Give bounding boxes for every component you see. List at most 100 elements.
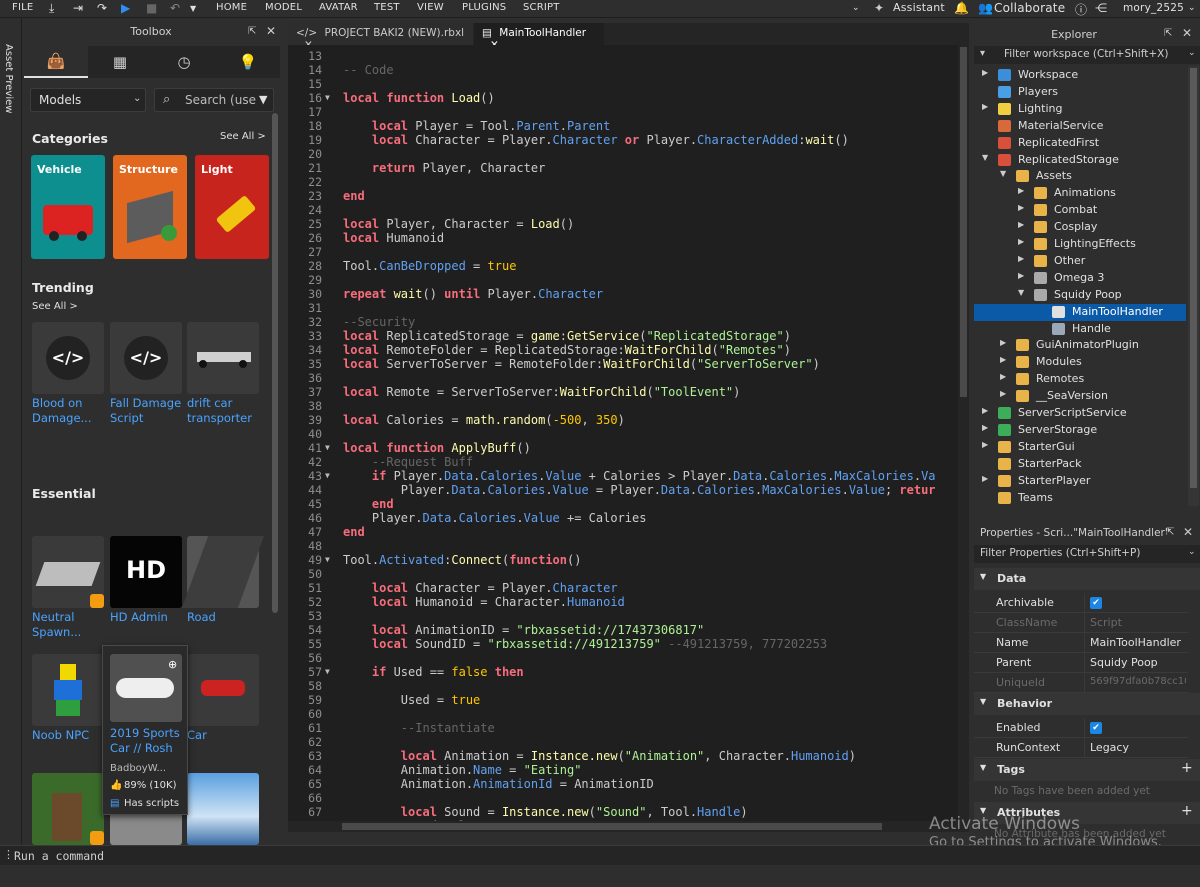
explorer-item-workspace[interactable]: ▶ Workspace: [974, 67, 1186, 84]
undo-icon[interactable]: ↶: [170, 1, 180, 15]
chevron-right-icon[interactable]: ▶: [1000, 355, 1006, 364]
chevron-right-icon[interactable]: ▶: [1018, 203, 1024, 212]
code-line[interactable]: 19 local Character = Player.Character or…: [288, 133, 958, 147]
name-field[interactable]: MainToolHandler: [1090, 636, 1186, 649]
trending-see-all[interactable]: See All >: [32, 301, 78, 312]
trending-label[interactable]: Fall Damage Script: [110, 396, 186, 426]
chevron-down-icon[interactable]: ⌄: [1188, 48, 1196, 58]
explorer-item-handle[interactable]: Handle: [974, 321, 1186, 338]
menu-avatar[interactable]: AVATAR: [319, 2, 358, 13]
essential-thumb-4[interactable]: [32, 654, 104, 726]
explorer-item-cosplay[interactable]: ▶ Cosplay: [974, 219, 1186, 236]
assistant-button[interactable]: Assistant: [893, 1, 945, 14]
editor-hscrollbar[interactable]: [288, 821, 958, 832]
essential-label[interactable]: Road: [187, 610, 263, 625]
user-name[interactable]: mory_2525: [1123, 2, 1184, 14]
search-input[interactable]: ⌕ Search (use ▼: [154, 88, 274, 112]
code-line[interactable]: 48: [288, 539, 958, 553]
code-line[interactable]: 28 Tool.CanBeDropped = true: [288, 259, 958, 273]
explorer-item-starterpack[interactable]: StarterPack: [974, 456, 1186, 473]
tab-recent[interactable]: ◷: [152, 46, 216, 78]
code-line[interactable]: 24: [288, 203, 958, 217]
code-line[interactable]: 33 local ReplicatedStorage = game:GetServ…: [288, 329, 958, 343]
code-line[interactable]: 25 local Player, Character = Load(): [288, 217, 958, 231]
bell-icon[interactable]: 🔔: [954, 1, 969, 15]
chevron-right-icon[interactable]: ▶: [1018, 271, 1024, 280]
stop-icon[interactable]: ■: [146, 1, 157, 15]
explorer-scrollbar[interactable]: [1188, 66, 1199, 506]
code-line[interactable]: 57 ▼ if Used == false then: [288, 665, 958, 679]
undock-icon[interactable]: ⇱: [248, 26, 256, 37]
menu-script[interactable]: SCRIPT: [523, 2, 560, 13]
essential-thumb-3[interactable]: [181, 536, 265, 608]
code-line[interactable]: 49 ▼ Tool.Activated:Connect(function(): [288, 553, 958, 567]
essential-thumb-6[interactable]: [187, 654, 259, 726]
essential-label[interactable]: Neutral Spawn...: [32, 610, 108, 640]
categories-see-all[interactable]: See All >: [220, 131, 266, 142]
runcontext-dropdown[interactable]: Legacy: [1090, 741, 1186, 754]
fold-arrow-icon[interactable]: ▼: [325, 441, 330, 455]
chevron-right-icon[interactable]: ▶: [1000, 389, 1006, 398]
explorer-filter[interactable]: ▾ Filter workspace (Ctrl+Shift+X) ⌄: [974, 46, 1200, 64]
trending-label[interactable]: Blood on Damage...: [32, 396, 108, 426]
code-line[interactable]: 26 local Humanoid: [288, 231, 958, 245]
explorer-item-maintoolhandler[interactable]: MainToolHandler: [974, 303, 1186, 321]
code-line[interactable]: 47 end: [288, 525, 958, 539]
explorer-item-modules[interactable]: ▶ Modules: [974, 354, 1186, 371]
undock-icon[interactable]: ⇱: [1164, 28, 1172, 39]
code-line[interactable]: 58: [288, 679, 958, 693]
explorer-item-other[interactable]: ▶ Other: [974, 253, 1186, 270]
code-line[interactable]: 46 Player.Data.Calories.Value += Calorie…: [288, 511, 958, 525]
tab-main-tool-handler[interactable]: ▤ MainToolHandler ✕: [474, 23, 604, 51]
tab-creations[interactable]: 💡: [216, 46, 280, 78]
trending-thumb-1[interactable]: </>: [32, 322, 104, 394]
chevron-right-icon[interactable]: ▶: [1018, 237, 1024, 246]
code-line[interactable]: 59 Used = true: [288, 693, 958, 707]
code-line[interactable]: 67 local Sound = Instance.new("Sound", T…: [288, 805, 958, 819]
script-editor[interactable]: 13 14 -- Code 15 16 ▼ local function Load() 17 1…: [288, 45, 969, 832]
chevron-down-icon[interactable]: ▼: [1018, 288, 1024, 297]
close-icon[interactable]: ✕: [1183, 525, 1193, 539]
essential-label[interactable]: Car: [187, 728, 263, 743]
editor-scrollbar-thumb[interactable]: [960, 47, 967, 397]
code-line[interactable]: 37 local Remote = ServerToServer:WaitForC…: [288, 385, 958, 399]
undock-icon[interactable]: ⇱: [1166, 527, 1174, 538]
explorer-item-starterplayer[interactable]: ▶ StarterPlayer: [974, 473, 1186, 490]
code-line[interactable]: 22: [288, 175, 958, 189]
code-line[interactable]: 13: [288, 49, 958, 63]
explorer-item-omega-3[interactable]: ▶ Omega 3: [974, 270, 1186, 287]
code-line[interactable]: 63 local Animation = Instance.new("Anima…: [288, 749, 958, 763]
code-line[interactable]: 53: [288, 609, 958, 623]
menu-home[interactable]: HOME: [216, 2, 247, 13]
collaborate-button[interactable]: Collaborate: [994, 1, 1065, 15]
chevron-right-icon[interactable]: ▶: [982, 406, 988, 415]
fold-arrow-icon[interactable]: ▼: [325, 91, 330, 105]
chevron-down-icon[interactable]: ▼: [190, 4, 196, 13]
explorer-item-teams[interactable]: Teams: [974, 490, 1186, 507]
chevron-right-icon[interactable]: ▶: [1000, 372, 1006, 381]
help-icon[interactable]: ⓘ: [1075, 1, 1087, 18]
command-input[interactable]: Run a command: [14, 849, 104, 863]
editor-hscroll-thumb[interactable]: [342, 823, 882, 830]
code-line[interactable]: 36: [288, 371, 958, 385]
code-line[interactable]: 16 ▼ local function Load(): [288, 91, 958, 105]
code-line[interactable]: 66: [288, 791, 958, 805]
fold-arrow-icon[interactable]: ▼: [325, 665, 330, 679]
menu-view[interactable]: VIEW: [417, 2, 444, 13]
tab-marketplace[interactable]: 👜: [24, 46, 88, 78]
code-line[interactable]: 45 end: [288, 497, 958, 511]
menu-test[interactable]: TEST: [374, 2, 400, 13]
chevron-right-icon[interactable]: ▶: [982, 423, 988, 432]
parent-field[interactable]: Squidy Poop: [1090, 656, 1186, 669]
category-vehicle[interactable]: Vehicle: [31, 155, 105, 259]
zoom-icon[interactable]: ⊕: [168, 658, 177, 671]
explorer-item-lighting[interactable]: ▶ Lighting: [974, 101, 1186, 118]
fold-arrow-icon[interactable]: ▼: [325, 553, 330, 567]
explorer-item-replicatedstorage[interactable]: ▼ ReplicatedStorage: [974, 152, 1186, 169]
code-line[interactable]: 21 return Player, Character: [288, 161, 958, 175]
essential-thumb-1[interactable]: [32, 536, 104, 608]
explorer-item-seaversion[interactable]: ▶ __SeaVersion: [974, 388, 1186, 405]
code-line[interactable]: 41 ▼ local function ApplyBuff(): [288, 441, 958, 455]
code-line[interactable]: 15: [288, 77, 958, 91]
essential-label[interactable]: Noob NPC: [32, 728, 108, 743]
